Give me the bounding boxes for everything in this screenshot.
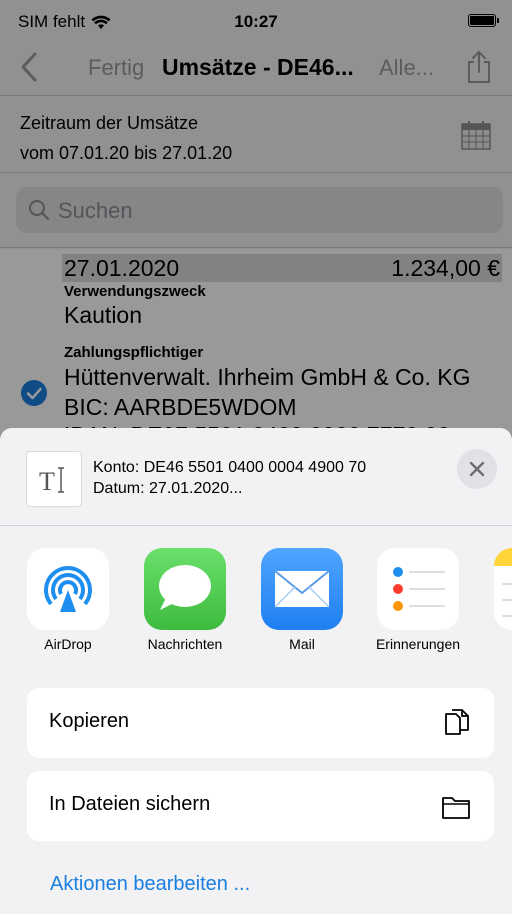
share-apps-row: AirDrop Nachrichten Mail Erinnerungen	[0, 546, 512, 666]
share-sheet: T Konto: DE46 5501 0400 0004 4900 70 Dat…	[0, 428, 512, 914]
text-document-icon: T	[39, 467, 64, 496]
edit-actions-link[interactable]: Aktionen bearbeiten ...	[50, 873, 250, 896]
copy-action-label: Kopieren	[49, 710, 130, 732]
app-messages[interactable]: Nachrichten	[135, 546, 235, 666]
save-to-files-action[interactable]: In Dateien sichern	[27, 771, 494, 841]
svg-text:T: T	[39, 467, 55, 496]
app-label-messages: Nachrichten	[147, 636, 223, 652]
app-mail[interactable]: Mail	[252, 546, 352, 666]
document-thumbnail: T	[26, 451, 82, 507]
preview-line-2: Datum: 27.01.2020...	[93, 480, 243, 497]
copy-action[interactable]: Kopieren	[27, 688, 494, 758]
app-airdrop[interactable]: AirDrop	[18, 546, 118, 666]
share-sheet-header: T Konto: DE46 5501 0400 0004 4900 70 Dat…	[0, 428, 512, 526]
app-label-reminders: Erinnerungen	[375, 636, 461, 652]
save-to-files-label: In Dateien sichern	[49, 793, 211, 815]
app-label-notes: N	[485, 636, 512, 652]
copy-icon	[445, 709, 469, 735]
close-icon	[469, 461, 485, 477]
app-label-mail: Mail	[289, 636, 315, 652]
app-label-airdrop: AirDrop	[44, 636, 92, 652]
folder-icon	[442, 797, 470, 819]
preview-text: Konto: DE46 5501 0400 0004 4900 70 Datum…	[93, 457, 366, 499]
mail-icon	[261, 548, 343, 630]
reminders-icon	[377, 548, 459, 630]
app-notes[interactable]: N	[485, 546, 512, 666]
app-reminders[interactable]: Erinnerungen	[368, 546, 468, 666]
messages-icon	[144, 548, 226, 630]
close-button[interactable]	[457, 449, 497, 489]
preview-line-1: Konto: DE46 5501 0400 0004 4900 70	[93, 459, 367, 476]
airdrop-icon	[27, 548, 109, 630]
notes-icon	[494, 548, 512, 630]
